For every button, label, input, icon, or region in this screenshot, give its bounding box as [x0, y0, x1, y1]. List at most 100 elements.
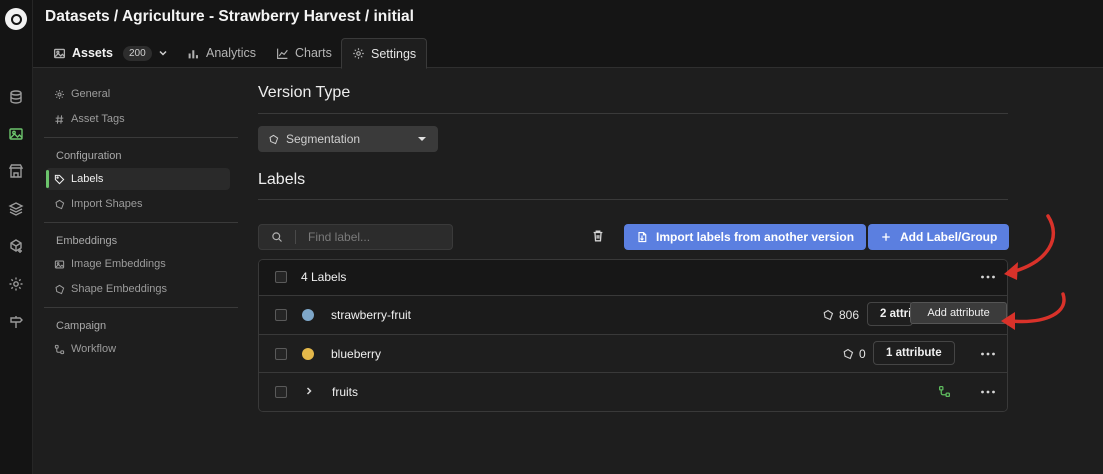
version-type-select[interactable]: Segmentation — [258, 126, 438, 152]
button-label: Add Label/Group — [900, 230, 998, 244]
sidebar-item-label: Labels — [71, 173, 104, 185]
section-divider — [258, 199, 1008, 200]
section-divider — [258, 113, 1008, 114]
import-labels-button[interactable]: Import labels from another version — [624, 224, 867, 250]
sidebar-item-label: Asset Tags — [71, 113, 125, 125]
shape-count: 806 — [822, 308, 859, 322]
cube-plus-icon[interactable] — [8, 238, 24, 254]
polygon-icon — [822, 309, 834, 321]
sidebar-item-label: General — [71, 88, 111, 100]
sidebar-item-label: Shape Embeddings — [71, 283, 168, 295]
table-header: 4 Labels — [259, 260, 1007, 296]
table-row[interactable]: strawberry-fruit 806 2 attributes — [259, 296, 1007, 335]
trash-icon[interactable] — [591, 229, 605, 243]
label-search — [258, 224, 453, 250]
shape-count-value: 0 — [859, 347, 866, 361]
asset-count-badge: 200 — [123, 45, 152, 61]
annotation-arrow — [1004, 214, 1055, 280]
workflow-icon — [54, 344, 65, 355]
more-options-icon[interactable] — [980, 351, 996, 357]
attributes-button[interactable]: 1 attribute — [873, 341, 955, 365]
gear-icon — [352, 47, 365, 60]
tab-label: Assets — [72, 46, 113, 60]
tab-assets[interactable]: Assets 200 — [43, 38, 178, 68]
sidebar-divider — [44, 137, 238, 138]
label-color-swatch[interactable] — [302, 309, 314, 321]
app-rail — [0, 0, 33, 474]
sidebar-item-general[interactable]: General — [54, 83, 110, 105]
chevron-down-icon[interactable] — [158, 48, 168, 58]
shape-count: 0 — [842, 347, 866, 361]
workflow-icon[interactable] — [938, 385, 951, 398]
gear-icon[interactable] — [8, 276, 24, 292]
search-icon — [271, 231, 283, 243]
database-icon[interactable] — [8, 89, 24, 105]
sidebar-divider — [44, 307, 238, 308]
polygon-icon — [54, 199, 65, 210]
tag-icon — [54, 174, 65, 185]
image-icon — [53, 47, 66, 60]
plus-icon — [880, 231, 892, 243]
label-color-swatch[interactable] — [302, 348, 314, 360]
version-type-value: Segmentation — [286, 132, 361, 146]
tab-charts[interactable]: Charts — [266, 38, 342, 68]
image-icon — [54, 259, 65, 270]
sidebar-item-shape-embeddings[interactable]: Shape Embeddings — [54, 278, 167, 300]
sidebar-heading-campaign: Campaign — [56, 320, 107, 332]
caret-down-icon — [418, 137, 426, 141]
chevron-right-icon[interactable] — [304, 386, 314, 396]
tab-label: Analytics — [206, 46, 257, 60]
add-attribute-menu-item[interactable]: Add attribute — [910, 302, 1007, 324]
label-name: blueberry — [331, 347, 382, 361]
line-chart-icon — [276, 47, 289, 60]
attributes-button[interactable]: 2 attributes — [867, 302, 913, 326]
app-logo[interactable] — [5, 8, 27, 30]
button-label: Import labels from another version — [656, 230, 855, 244]
row-checkbox[interactable] — [275, 309, 287, 321]
sidebar-heading-embeddings: Embeddings — [56, 235, 118, 247]
signpost-icon[interactable] — [8, 314, 24, 330]
sidebar-item-image-embeddings[interactable]: Image Embeddings — [54, 253, 166, 275]
layers-icon[interactable] — [8, 201, 24, 217]
sidebar-item-asset-tags[interactable]: Asset Tags — [54, 108, 125, 130]
row-checkbox[interactable] — [275, 386, 287, 398]
gear-icon — [54, 89, 65, 100]
tab-settings[interactable]: Settings — [341, 38, 428, 69]
sidebar-divider — [44, 222, 238, 223]
annotation-arrow — [1001, 292, 1066, 330]
polygon-icon — [54, 284, 65, 295]
storefront-icon[interactable] — [8, 163, 24, 179]
image-icon[interactable] — [8, 126, 24, 142]
sidebar-item-label: Workflow — [71, 343, 117, 355]
sidebar-item-label: Import Shapes — [71, 198, 143, 210]
polygon-icon — [268, 134, 279, 145]
group-name: fruits — [332, 385, 359, 399]
version-type-heading: Version Type — [258, 84, 351, 101]
sidebar-item-label: Image Embeddings — [71, 258, 166, 270]
sidebar-heading-configuration: Configuration — [56, 150, 122, 162]
shape-count-value: 806 — [839, 308, 860, 322]
labels-count: 4 Labels — [301, 270, 347, 284]
select-all-checkbox[interactable] — [275, 271, 287, 283]
polygon-icon — [842, 348, 854, 360]
sidebar-item-import-shapes[interactable]: Import Shapes — [54, 193, 143, 215]
more-options-icon[interactable] — [980, 274, 996, 280]
tab-label: Charts — [295, 46, 332, 60]
sidebar-item-workflow[interactable]: Workflow — [54, 338, 116, 360]
bar-chart-icon — [187, 47, 200, 60]
top-header: Datasets / Agriculture - Strawberry Harv… — [33, 0, 1103, 69]
labels-heading: Labels — [258, 171, 306, 188]
label-name: strawberry-fruit — [331, 308, 412, 322]
file-import-icon — [636, 231, 648, 243]
tab-analytics[interactable]: Analytics — [177, 38, 266, 68]
tab-label: Settings — [371, 46, 417, 61]
row-checkbox[interactable] — [275, 348, 287, 360]
more-options-icon[interactable] — [980, 389, 996, 395]
table-row[interactable]: fruits — [259, 373, 1007, 411]
table-row[interactable]: blueberry 0 1 attribute — [259, 335, 1007, 373]
breadcrumb[interactable]: Datasets / Agriculture - Strawberry Harv… — [45, 8, 414, 26]
sidebar-item-labels[interactable]: Labels — [46, 168, 230, 190]
search-input[interactable] — [308, 230, 438, 244]
labels-table: 4 Labels strawberry-fruit 806 2 attribut… — [258, 259, 1008, 412]
add-label-group-button[interactable]: Add Label/Group — [868, 224, 1010, 250]
